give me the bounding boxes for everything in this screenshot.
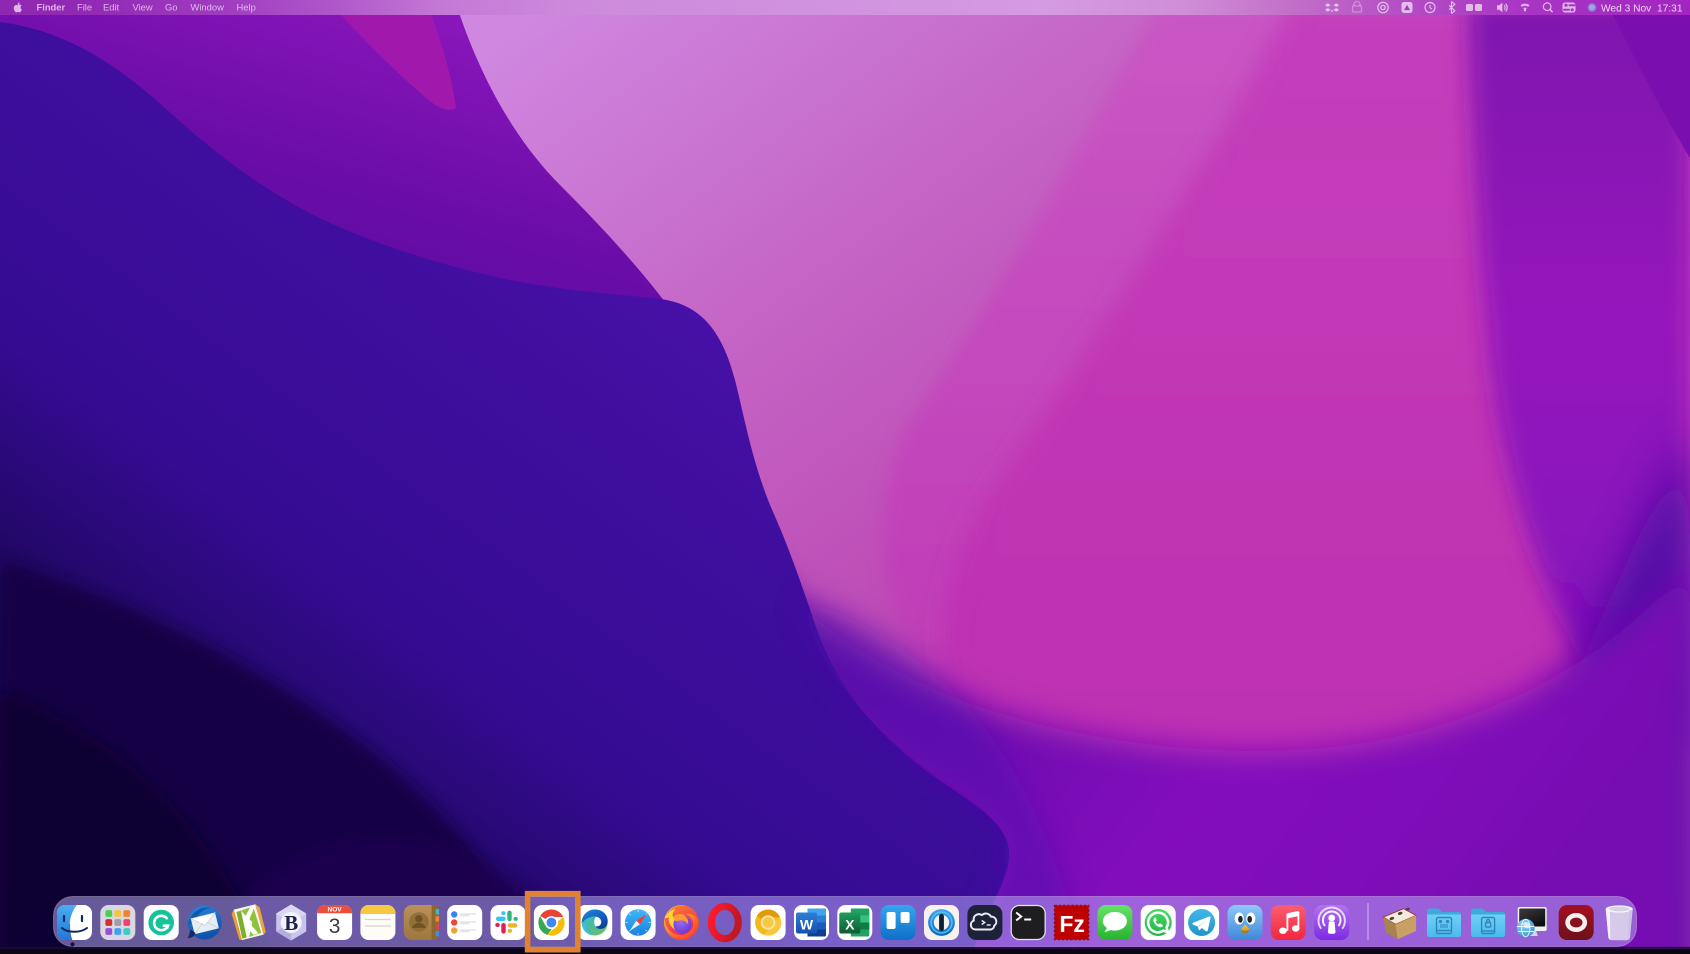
svg-text:Help: Help [237,2,256,13]
svg-text:View: View [133,2,153,13]
svg-text:17:31: 17:31 [1657,3,1683,14]
svg-text:Wed 3 Nov: Wed 3 Nov [1601,3,1652,14]
svg-text:X: X [845,917,855,933]
svg-text:3: 3 [329,915,341,938]
svg-text:File: File [77,2,92,13]
svg-text:Fz: Fz [1059,911,1085,937]
svg-text:Edit: Edit [103,2,120,13]
svg-text:NOV: NOV [328,906,343,913]
svg-text:Finder: Finder [37,2,66,13]
svg-text:Window: Window [191,2,225,13]
svg-text:B: B [284,911,298,935]
svg-text:Go: Go [165,2,178,13]
svg-text:W: W [800,917,814,933]
